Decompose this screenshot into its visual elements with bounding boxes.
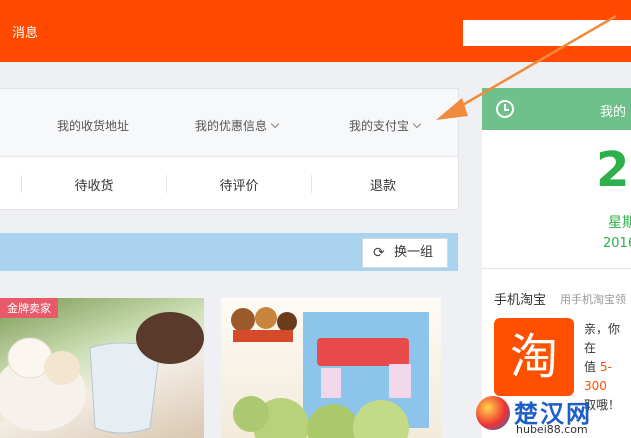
divider: [482, 268, 631, 269]
calendar-title: 我的: [600, 105, 627, 120]
calendar-year: 2016: [603, 236, 631, 251]
tab-refund[interactable]: 退款: [333, 175, 433, 194]
message-link[interactable]: 消息: [12, 22, 38, 41]
globe-logo-icon: [476, 396, 510, 430]
taobao-logo-icon[interactable]: 淘: [494, 318, 574, 396]
calendar-weekday: 星期: [608, 215, 631, 231]
quick-links-bar: 我的收货地址 我的优惠信息 我的支付宝: [0, 89, 458, 157]
watermark-url: hubei88.com: [516, 423, 588, 436]
gold-seller-badge: 金牌卖家: [0, 298, 58, 318]
product-card[interactable]: 金牌卖家: [0, 298, 204, 438]
account-panel: 我的收货地址 我的优惠信息 我的支付宝 待收货 待评价 退款: [0, 88, 459, 210]
product-card[interactable]: [221, 298, 441, 438]
alipay-link[interactable]: 我的支付宝: [349, 117, 422, 134]
product-image: [231, 307, 429, 438]
tab-to-review[interactable]: 待评价: [189, 175, 289, 194]
divider: [311, 175, 312, 193]
swap-group-button[interactable]: ⟳ 换一组: [362, 238, 448, 268]
watermark: 楚汉网 hubei88.com: [476, 394, 631, 438]
mobile-taobao-subtitle: 用手机淘宝领: [560, 293, 626, 306]
search-input[interactable]: [463, 20, 631, 46]
coupon-info-link[interactable]: 我的优惠信息: [195, 117, 280, 134]
calendar-day: 2: [596, 142, 630, 198]
top-bar: 消息: [0, 0, 631, 62]
mobile-taobao-title: 手机淘宝: [494, 293, 547, 308]
refresh-icon: ⟳: [373, 245, 385, 261]
right-sidebar: 我的 2 星期 2016 手机淘宝 用手机淘宝领 淘 亲，你在 值 5-300 …: [482, 88, 631, 438]
chevron-down-icon: [412, 119, 422, 129]
clock-icon: [496, 100, 514, 118]
calendar-header: 我的: [482, 88, 631, 130]
shipping-address-link[interactable]: 我的收货地址: [57, 117, 129, 134]
divider: [21, 175, 22, 193]
product-image: [0, 312, 204, 434]
order-status-tabs: 待收货 待评价 退款: [0, 157, 458, 209]
divider: [166, 175, 167, 193]
chevron-down-icon: [270, 119, 280, 129]
tab-to-receive[interactable]: 待收货: [44, 175, 144, 194]
